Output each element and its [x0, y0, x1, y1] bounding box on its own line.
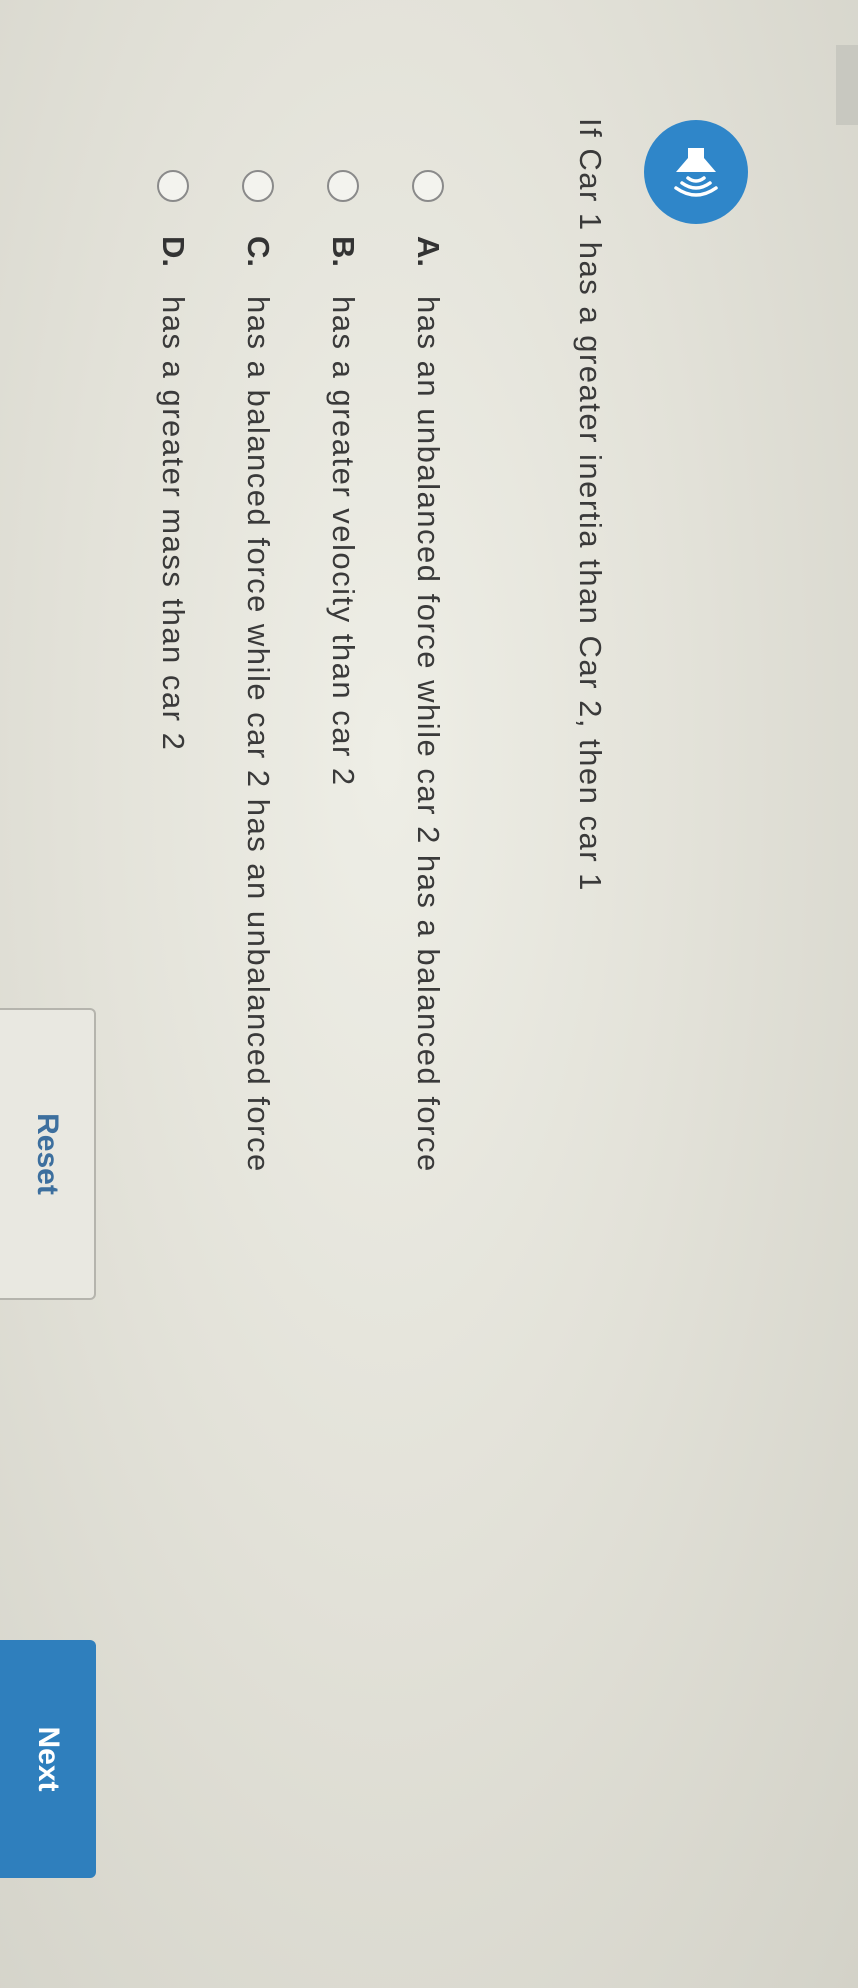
radio-a[interactable] [412, 170, 444, 202]
question-text: If Car 1 has a greater inertia than Car … [573, 118, 608, 892]
option-letter: C. [241, 236, 276, 267]
radio-c[interactable] [242, 170, 274, 202]
option-text: has an unbalanced force while car 2 has … [411, 296, 446, 1173]
radio-b[interactable] [327, 170, 359, 202]
option-b[interactable]: B. has a greater velocity than car 2 [313, 170, 373, 787]
option-letter: A. [411, 236, 446, 267]
option-text: has a greater mass than car 2 [156, 296, 191, 752]
option-c[interactable]: C. has a balanced force while car 2 has … [228, 170, 288, 1173]
option-text: has a greater velocity than car 2 [326, 296, 361, 787]
read-aloud-button[interactable] [644, 120, 748, 224]
speaker-sound-icon [674, 148, 718, 197]
reset-button[interactable]: Reset [0, 1008, 96, 1300]
question-page: If Car 1 has a greater inertia than Car … [0, 0, 858, 1988]
option-letter: D. [156, 236, 191, 267]
option-d[interactable]: D. has a greater mass than car 2 [143, 170, 203, 751]
radio-d[interactable] [157, 170, 189, 202]
scrollbar[interactable] [836, 45, 858, 125]
next-button[interactable]: Next [0, 1640, 96, 1878]
option-letter: B. [326, 236, 361, 267]
option-a[interactable]: A. has an unbalanced force while car 2 h… [398, 170, 458, 1173]
option-text: has a balanced force while car 2 has an … [241, 296, 276, 1173]
